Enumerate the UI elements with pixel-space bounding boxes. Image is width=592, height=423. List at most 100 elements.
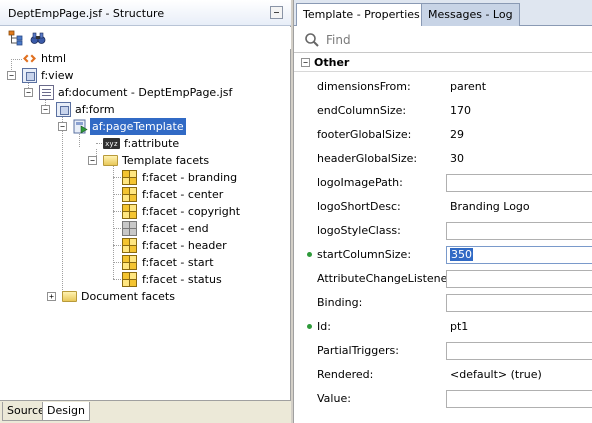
tree-node-facet-end[interactable]: f:facet - end: [0, 220, 291, 237]
tree-node-label: f:view: [41, 69, 74, 82]
tree-node-facet-start[interactable]: f:facet - start: [0, 254, 291, 271]
structure-panel: DeptEmpPage.jsf - Structure html − f:vie…: [0, 0, 291, 423]
property-name: PartialTriggers:: [317, 344, 399, 357]
tree-layout-icon[interactable]: [8, 30, 24, 46]
structure-panel-title: DeptEmpPage.jsf - Structure: [8, 7, 165, 20]
structure-toolbar: [0, 27, 291, 49]
property-value-field[interactable]: 29: [446, 126, 592, 144]
tree-node-facet-status[interactable]: f:facet - status: [0, 271, 291, 288]
property-value-field[interactable]: [446, 270, 592, 288]
tree-node-facet-header[interactable]: f:facet - header: [0, 237, 291, 254]
property-search-bar[interactable]: Find: [294, 27, 592, 53]
tree-node-af-document[interactable]: − af:document - DeptEmpPage.jsf: [0, 84, 291, 101]
facet-icon: [122, 272, 137, 287]
collapse-toggle-icon[interactable]: −: [7, 71, 16, 80]
folder-icon: [62, 291, 77, 302]
property-row: Rendered: <default> (true): [294, 363, 592, 387]
tree-node-af-pagetemplate[interactable]: − af:pageTemplate: [0, 118, 291, 135]
property-name: AttributeChangeListener:: [317, 272, 456, 285]
property-row: Value:: [294, 387, 592, 411]
tree-node-label: f:facet - header: [142, 239, 227, 252]
property-list: dimensionsFrom: parent endColumnSize: 17…: [294, 73, 592, 423]
tree-node-document-facets[interactable]: + Document facets: [0, 288, 291, 305]
property-name: dimensionsFrom:: [317, 80, 411, 93]
tree-node-label: html: [41, 52, 67, 65]
property-row: footerGlobalSize: 29: [294, 123, 592, 147]
tree-node-template-facets[interactable]: − Template facets: [0, 152, 291, 169]
tree-node-f-view[interactable]: − f:view: [0, 67, 291, 84]
tree-node-html[interactable]: html: [0, 50, 291, 67]
property-name: logoShortDesc:: [317, 200, 401, 213]
properties-tab-strip: Template - Properties× Messages - Log: [294, 0, 592, 26]
facet-grey-icon: [122, 221, 137, 236]
property-row: Id: pt1: [294, 315, 592, 339]
tree-node-facet-copyright[interactable]: f:facet - copyright: [0, 203, 291, 220]
rendered-dropdown[interactable]: <default> (true): [446, 366, 592, 384]
property-group-other[interactable]: − Other: [294, 54, 592, 72]
property-value-field[interactable]: pt1: [446, 318, 592, 336]
property-row: dimensionsFrom: parent: [294, 75, 592, 99]
minimize-icon[interactable]: [270, 6, 283, 19]
property-row: endColumnSize: 170: [294, 99, 592, 123]
expand-toggle-icon[interactable]: +: [47, 292, 56, 301]
property-name: Id:: [317, 320, 331, 333]
search-icon: [305, 33, 319, 47]
tree-node-label: f:facet - status: [142, 273, 222, 286]
tree-node-label: Template facets: [122, 154, 210, 167]
facet-icon: [122, 238, 137, 253]
editor-view-tabs: Source Design: [0, 400, 291, 423]
tree-node-facet-branding[interactable]: f:facet - branding: [0, 169, 291, 186]
facet-icon: [122, 204, 137, 219]
collapse-toggle-icon[interactable]: −: [41, 105, 50, 114]
collapse-toggle-icon[interactable]: −: [301, 58, 310, 67]
property-value-field[interactable]: [446, 174, 592, 192]
tree-node-label: f:attribute: [124, 137, 180, 150]
tab-template-properties[interactable]: Template - Properties×: [296, 3, 440, 26]
page-template-icon: [73, 119, 88, 134]
value-set-indicator-icon: [307, 252, 312, 257]
page-component-icon: [56, 102, 71, 117]
properties-panel: Template - Properties× Messages - Log Fi…: [293, 0, 592, 423]
property-name: endColumnSize:: [317, 104, 407, 117]
collapse-toggle-icon[interactable]: −: [24, 88, 33, 97]
tree-node-label: af:document - DeptEmpPage.jsf: [58, 86, 233, 99]
property-value-field[interactable]: 30: [446, 150, 592, 168]
property-value-field[interactable]: 170: [446, 102, 592, 120]
html-tag-icon: [23, 54, 36, 63]
property-value-field[interactable]: [446, 294, 592, 312]
tree-node-af-form[interactable]: − af:form: [0, 101, 291, 118]
folder-icon: [103, 155, 118, 166]
property-row: logoStyleClass:: [294, 219, 592, 243]
tree-node-f-attribute[interactable]: xyz f:attribute: [0, 135, 291, 152]
property-value-field[interactable]: [446, 342, 592, 360]
binoculars-icon[interactable]: [30, 30, 46, 46]
property-group-title: Other: [314, 56, 350, 69]
search-placeholder: Find: [326, 33, 351, 47]
property-name: footerGlobalSize:: [317, 128, 412, 141]
tree-node-label: af:form: [75, 103, 115, 116]
property-value-field[interactable]: parent: [446, 78, 592, 96]
property-name: logoImagePath:: [317, 176, 403, 189]
tree-node-label: f:facet - end: [142, 222, 209, 235]
tree-node-facet-center[interactable]: f:facet - center: [0, 186, 291, 203]
tab-messages-log[interactable]: Messages - Log: [421, 3, 520, 26]
property-value-field[interactable]: Branding Logo: [446, 198, 592, 216]
facet-icon: [122, 170, 137, 185]
tree-node-label: f:facet - center: [142, 188, 224, 201]
tab-label: Template - Properties: [303, 8, 420, 21]
property-value-field[interactable]: [446, 390, 592, 408]
property-value-field-editing[interactable]: 350: [446, 246, 592, 264]
property-row: logoImagePath:: [294, 171, 592, 195]
xyz-attribute-icon: xyz: [103, 138, 120, 149]
property-row: startColumnSize: 350: [294, 243, 592, 267]
property-name: Binding:: [317, 296, 363, 309]
collapse-toggle-icon[interactable]: −: [88, 156, 97, 165]
collapse-toggle-icon[interactable]: −: [58, 122, 67, 131]
property-value-field[interactable]: [446, 222, 592, 240]
property-row: AttributeChangeListener:: [294, 267, 592, 291]
property-name: Rendered:: [317, 368, 374, 381]
value-set-indicator-icon: [307, 324, 312, 329]
property-row: logoShortDesc: Branding Logo: [294, 195, 592, 219]
tree-node-label: af:pageTemplate: [90, 118, 186, 135]
tab-design[interactable]: Design: [42, 402, 90, 421]
